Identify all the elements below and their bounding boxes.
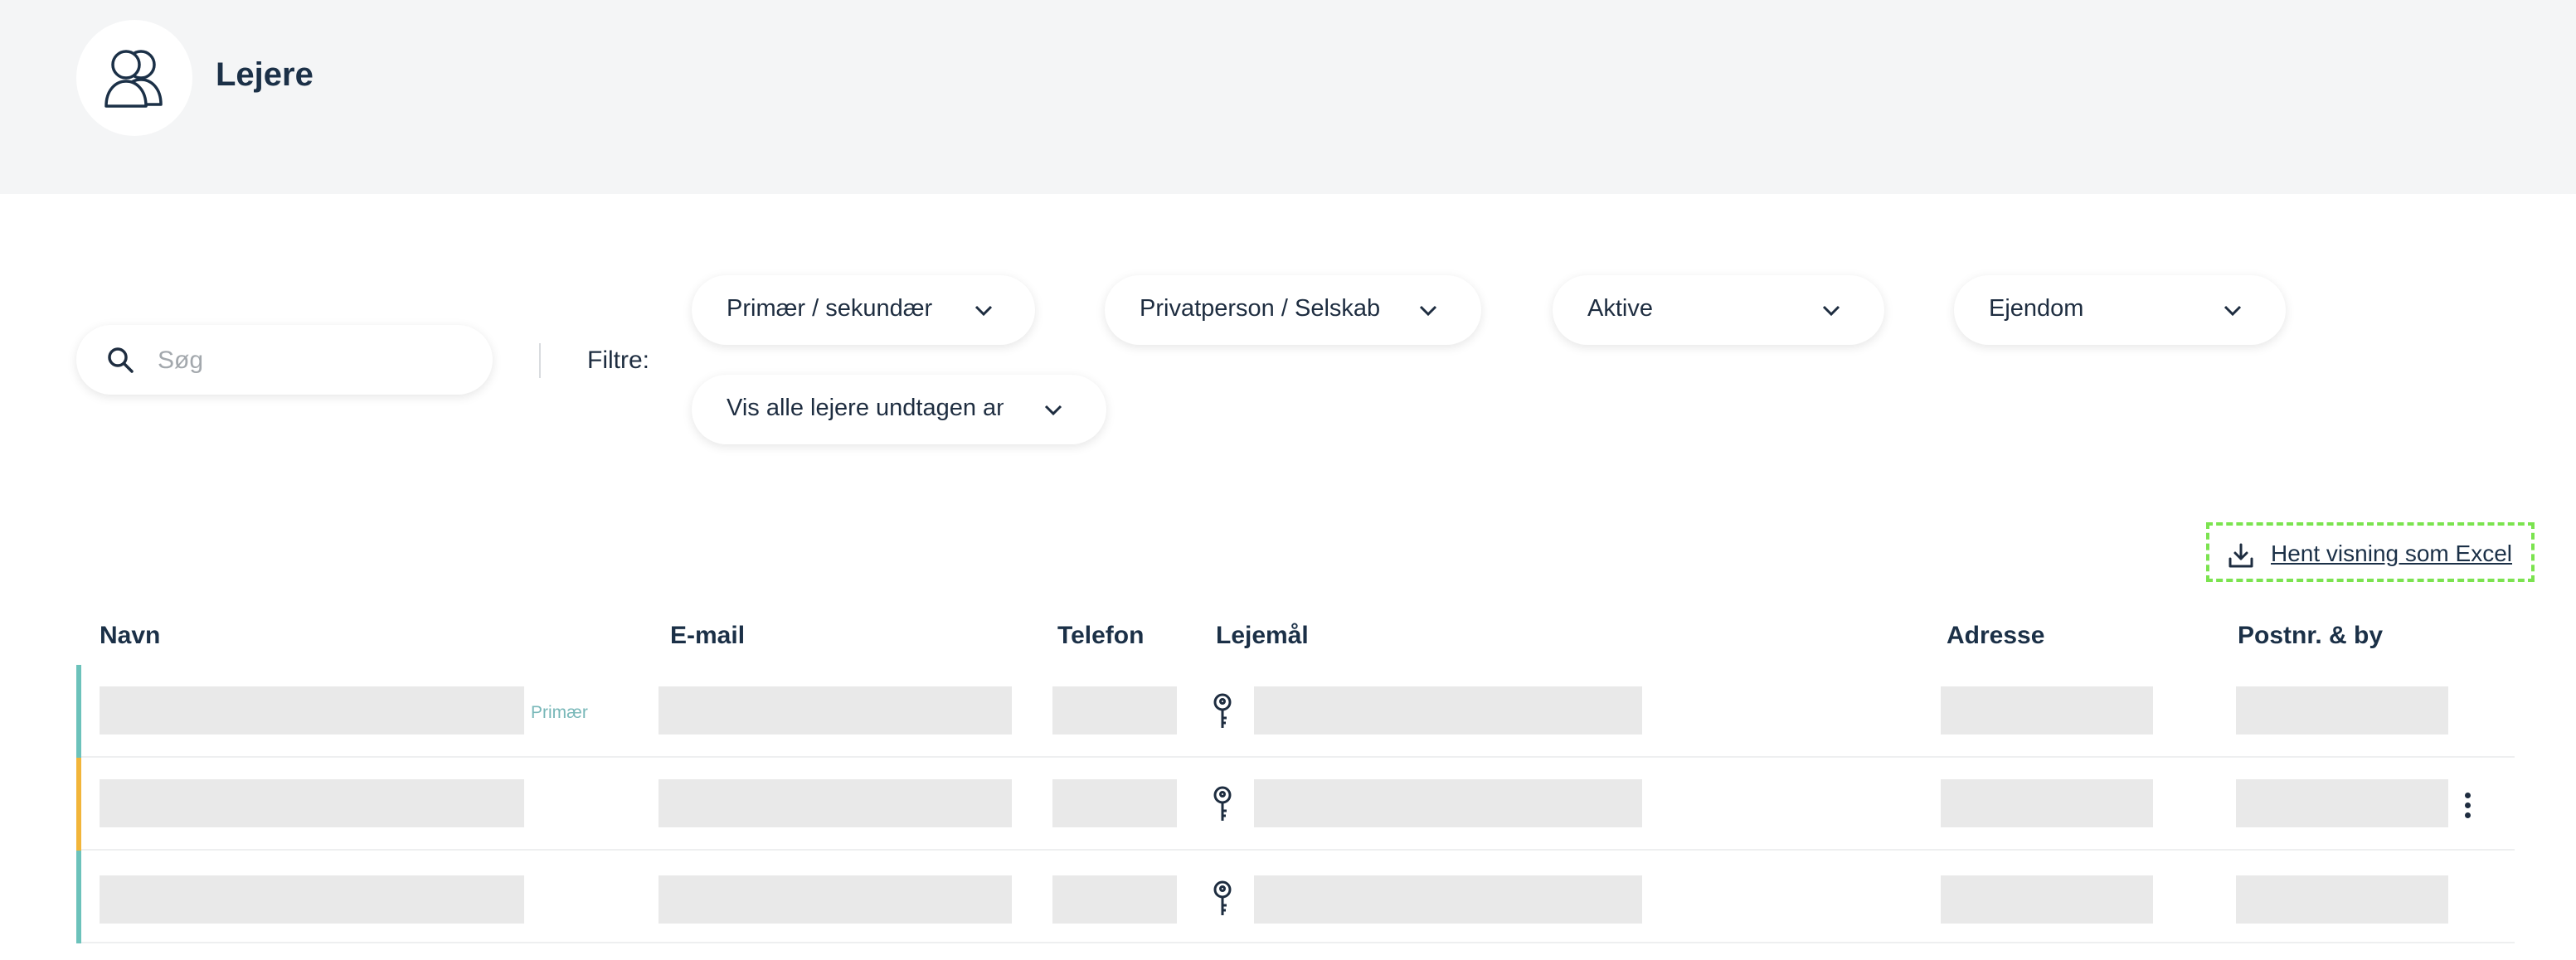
lease-placeholder	[1254, 875, 1642, 924]
avatar	[76, 20, 192, 136]
dropdown-label: Privatperson / Selskab	[1140, 295, 1381, 322]
status-bar	[76, 758, 81, 851]
filter-divider	[539, 343, 541, 378]
dropdown-property[interactable]: Ejendom	[1954, 275, 2286, 345]
key-icon	[1213, 693, 1232, 728]
email-placeholder	[659, 875, 1012, 924]
table-row[interactable]	[76, 851, 2515, 943]
page-header: Lejere	[0, 0, 2576, 194]
export-excel-button[interactable]: Hent visning som Excel	[2206, 522, 2535, 582]
dropdown-label: Ejendom	[1989, 295, 2084, 322]
search-input[interactable]	[156, 342, 474, 380]
page-title: Lejere	[216, 56, 313, 93]
download-icon	[2228, 543, 2253, 568]
phone-placeholder	[1052, 779, 1177, 827]
chevron-down-icon	[1044, 405, 1062, 416]
status-bar	[76, 851, 81, 943]
filter-label: Filtre:	[587, 347, 649, 374]
chevron-down-icon	[1822, 305, 1840, 317]
status-bar	[76, 665, 81, 758]
address-placeholder	[1941, 875, 2153, 924]
search-box[interactable]	[76, 325, 493, 395]
column-header-lease[interactable]: Lejemål	[1216, 622, 1309, 650]
key-icon	[1213, 786, 1232, 821]
column-header-email[interactable]: E-mail	[670, 622, 745, 650]
zip-city-placeholder	[2236, 779, 2448, 827]
address-placeholder	[1941, 779, 2153, 827]
name-placeholder	[100, 779, 524, 827]
dropdown-active[interactable]: Aktive	[1553, 275, 1884, 345]
key-icon	[1213, 880, 1232, 915]
zip-city-placeholder	[2236, 875, 2448, 924]
column-header-name[interactable]: Navn	[100, 622, 160, 650]
lease-placeholder	[1254, 686, 1642, 735]
primary-tag: Primær	[531, 703, 588, 722]
row-divider	[81, 942, 2515, 943]
export-excel-label: Hent visning som Excel	[2271, 541, 2513, 566]
address-placeholder	[1941, 686, 2153, 735]
users-icon	[104, 50, 163, 108]
dropdown-person-company[interactable]: Privatperson / Selskab	[1105, 275, 1481, 345]
table-row[interactable]: Primær	[76, 665, 2515, 758]
email-placeholder	[659, 686, 1012, 735]
zip-city-placeholder	[2236, 686, 2448, 735]
dropdown-show-tenants[interactable]: Vis alle lejere undtagen an	[692, 375, 1106, 444]
chevron-down-icon	[2224, 305, 2242, 317]
chevron-down-icon	[1419, 305, 1437, 317]
search-icon	[108, 347, 134, 373]
column-header-address[interactable]: Adresse	[1947, 622, 2044, 650]
table-row[interactable]	[76, 758, 2515, 851]
name-placeholder	[100, 686, 524, 735]
dropdown-primary-secondary[interactable]: Primær / sekundær	[692, 275, 1035, 345]
email-placeholder	[659, 779, 1012, 827]
chevron-down-icon	[975, 305, 993, 317]
column-header-zip-city[interactable]: Postnr. & by	[2238, 622, 2383, 650]
more-options-icon[interactable]	[2465, 793, 2471, 822]
dropdown-label: Primær / sekundær	[727, 295, 933, 322]
name-placeholder	[100, 875, 524, 924]
column-header-phone[interactable]: Telefon	[1057, 622, 1144, 650]
lease-placeholder	[1254, 779, 1642, 827]
dropdown-label: Vis alle lejere undtagen an	[727, 395, 1004, 421]
phone-placeholder	[1052, 875, 1177, 924]
phone-placeholder	[1052, 686, 1177, 735]
dropdown-label: Aktive	[1587, 295, 1653, 322]
